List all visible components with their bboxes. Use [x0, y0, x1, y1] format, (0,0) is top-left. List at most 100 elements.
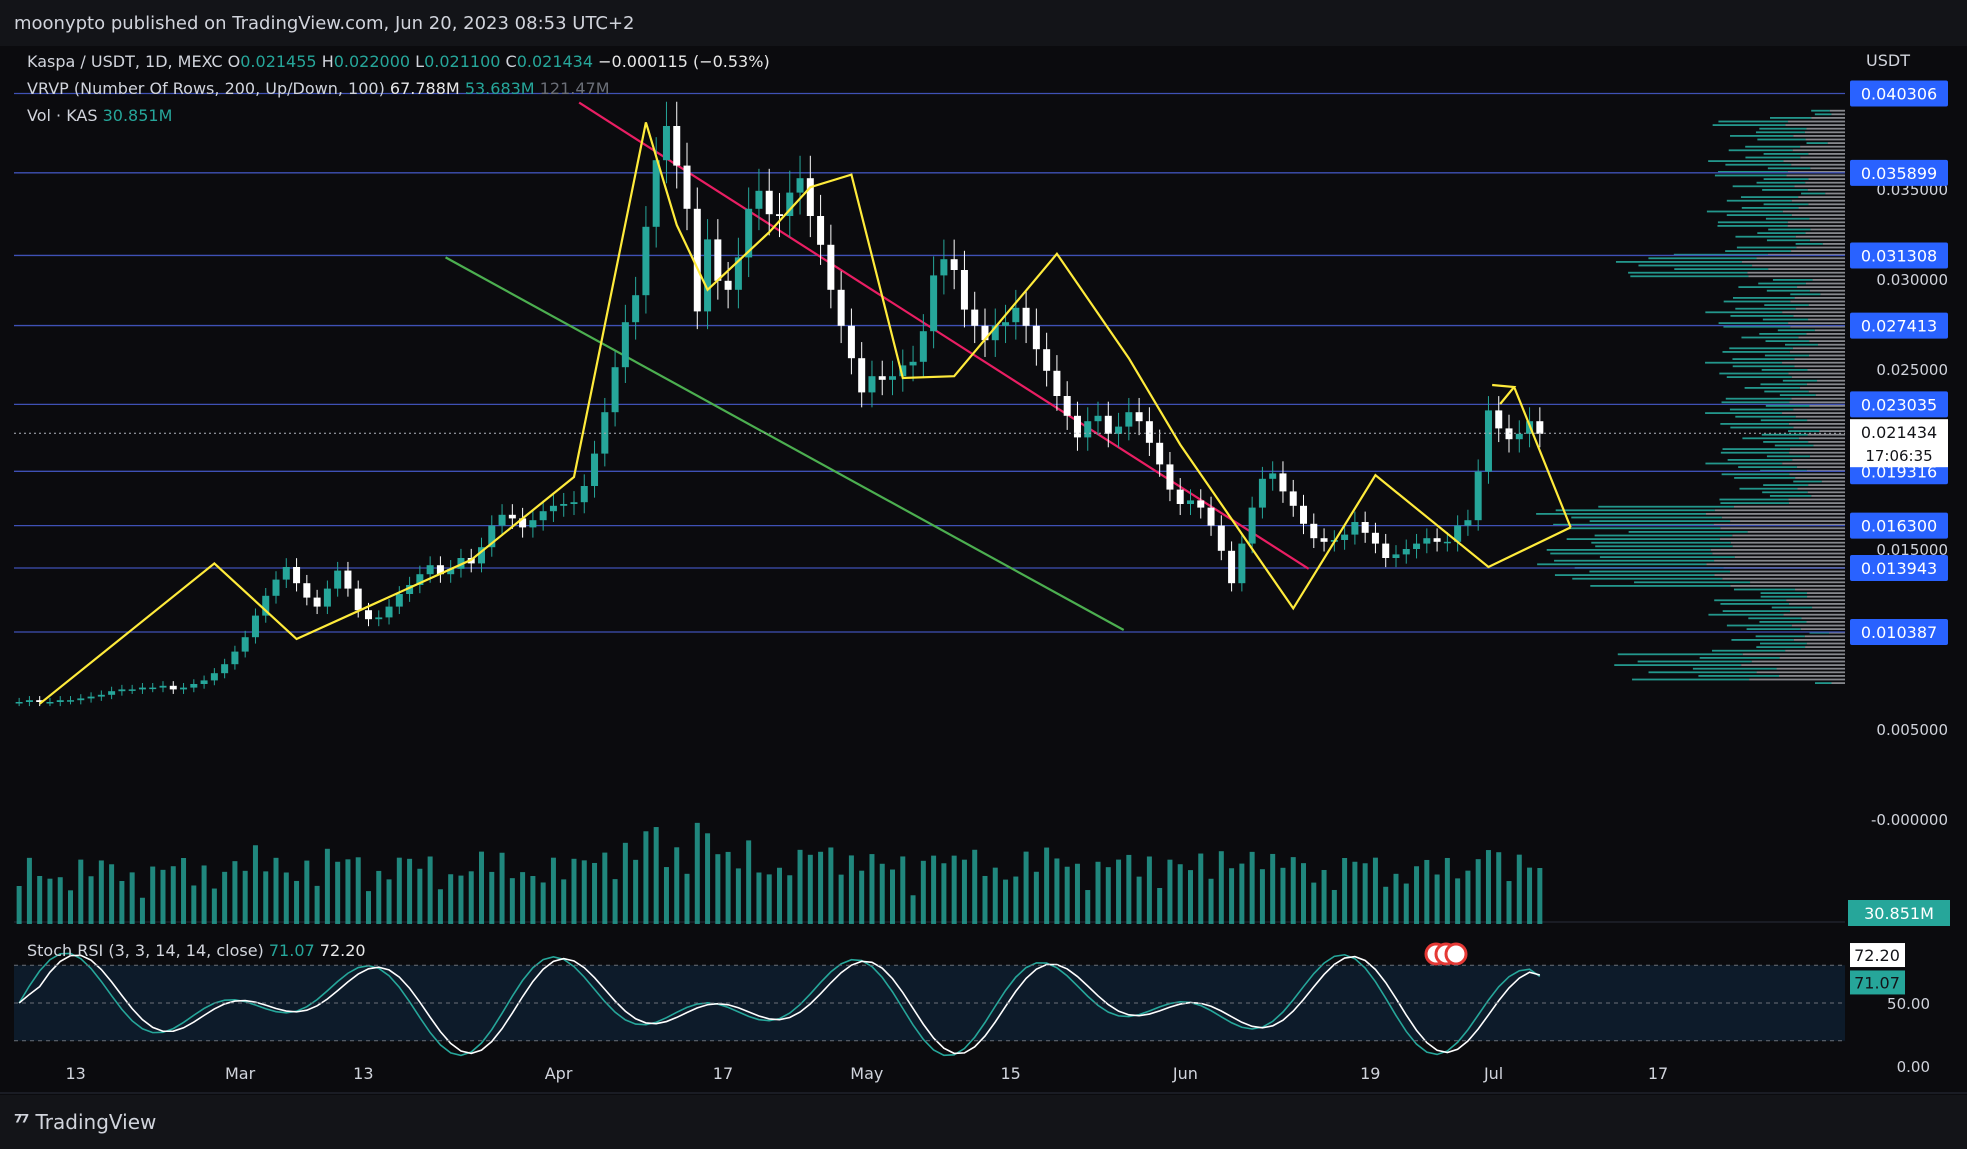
candle-body[interactable]	[878, 376, 886, 380]
candle-body[interactable]	[1053, 370, 1061, 396]
candle-body[interactable]	[971, 309, 979, 326]
candle-body[interactable]	[858, 358, 866, 393]
us-event-flag-icon[interactable]	[1444, 942, 1468, 966]
candle-body[interactable]	[1300, 505, 1308, 524]
candle-body[interactable]	[683, 165, 691, 209]
candle-body[interactable]	[108, 691, 116, 695]
candle-body[interactable]	[765, 190, 773, 215]
price-chart[interactable]: USDT-0.0000000.0050000.0150000.0250000.0…	[0, 46, 1967, 1095]
volume-label[interactable]: Vol · KAS	[27, 106, 98, 125]
candle-body[interactable]	[1320, 538, 1328, 542]
candle-body[interactable]	[364, 610, 372, 620]
candle-body[interactable]	[1217, 525, 1225, 551]
candle-body[interactable]	[334, 570, 342, 589]
candle-body[interactable]	[1166, 464, 1174, 490]
candle-body[interactable]	[1279, 473, 1287, 492]
candle-body[interactable]	[1145, 421, 1153, 443]
candle-body[interactable]	[210, 673, 218, 681]
candle-body[interactable]	[1382, 543, 1390, 558]
candle-body[interactable]	[1474, 471, 1482, 521]
candle-body[interactable]	[180, 687, 188, 690]
candle-body[interactable]	[1084, 421, 1092, 438]
candle-body[interactable]	[1248, 507, 1256, 544]
candle-body[interactable]	[724, 280, 732, 290]
candle-body[interactable]	[1351, 522, 1359, 535]
candle-body[interactable]	[231, 651, 239, 665]
candle-body[interactable]	[591, 453, 599, 486]
candle-body[interactable]	[560, 504, 568, 506]
candle-body[interactable]	[1258, 478, 1266, 508]
candle-body[interactable]	[1341, 534, 1349, 540]
candle-body[interactable]	[1043, 349, 1051, 371]
candle-body[interactable]	[138, 687, 146, 690]
candle-body[interactable]	[1135, 412, 1143, 422]
candle-body[interactable]	[1423, 538, 1431, 544]
candle-body[interactable]	[498, 514, 506, 526]
stoch-label[interactable]: Stoch RSI (3, 3, 14, 14, close)	[27, 941, 264, 960]
candle-body[interactable]	[303, 583, 311, 598]
candle-body[interactable]	[25, 700, 33, 702]
candle-body[interactable]	[796, 178, 804, 193]
candle-body[interactable]	[426, 565, 434, 575]
candle-body[interactable]	[1228, 550, 1236, 584]
candle-body[interactable]	[1125, 412, 1133, 427]
candle-body[interactable]	[169, 685, 177, 690]
candle-body[interactable]	[1433, 538, 1441, 542]
candle-body[interactable]	[714, 239, 722, 281]
candle-body[interactable]	[1002, 322, 1010, 326]
candle-body[interactable]	[775, 214, 783, 216]
candle-body[interactable]	[1392, 554, 1400, 558]
candle-body[interactable]	[313, 597, 321, 607]
candle-body[interactable]	[251, 615, 259, 638]
candle-body[interactable]	[1197, 500, 1205, 508]
candle-body[interactable]	[282, 567, 290, 580]
candle-body[interactable]	[570, 502, 578, 504]
candle-body[interactable]	[354, 588, 362, 611]
candle-body[interactable]	[673, 126, 681, 166]
candle-body[interactable]	[241, 637, 249, 652]
candle-body[interactable]	[1515, 433, 1523, 440]
candle-body[interactable]	[693, 208, 701, 312]
candle-body[interactable]	[1186, 500, 1194, 504]
candle-body[interactable]	[97, 694, 105, 697]
candle-body[interactable]	[46, 702, 54, 704]
candle-body[interactable]	[87, 696, 95, 699]
candle-body[interactable]	[642, 226, 650, 296]
candle-body[interactable]	[580, 486, 588, 503]
candle-body[interactable]	[1156, 442, 1164, 465]
candle-body[interactable]	[221, 664, 229, 674]
candle-body[interactable]	[395, 594, 403, 607]
candle-body[interactable]	[1361, 522, 1369, 533]
candle-body[interactable]	[919, 331, 927, 362]
candle-body[interactable]	[190, 684, 198, 688]
candle-body[interactable]	[1269, 473, 1277, 479]
candle-body[interactable]	[293, 567, 301, 584]
candle-body[interactable]	[1022, 307, 1030, 326]
candle-body[interactable]	[508, 514, 516, 519]
candle-body[interactable]	[1484, 410, 1492, 472]
candle-body[interactable]	[909, 361, 917, 366]
candle-body[interactable]	[1032, 325, 1040, 350]
candle-body[interactable]	[77, 698, 85, 701]
candle-body[interactable]	[15, 702, 23, 704]
candle-body[interactable]	[1094, 415, 1102, 422]
candle-body[interactable]	[930, 275, 938, 332]
candle-body[interactable]	[1310, 523, 1318, 539]
candle-body[interactable]	[837, 289, 845, 326]
candle-body[interactable]	[611, 367, 619, 413]
candle-body[interactable]	[806, 178, 814, 216]
candle-body[interactable]	[128, 689, 136, 691]
candle-body[interactable]	[1464, 520, 1472, 526]
candle-body[interactable]	[344, 570, 352, 589]
candle-body[interactable]	[272, 579, 280, 596]
candle-body[interactable]	[1536, 421, 1544, 434]
candle-body[interactable]	[323, 588, 331, 607]
candle-body[interactable]	[200, 680, 208, 684]
candle-body[interactable]	[889, 376, 897, 380]
vrvp-label[interactable]: VRVP (Number Of Rows, 200, Up/Down, 100)	[27, 79, 385, 98]
candle-body[interactable]	[755, 190, 763, 209]
candle-body[interactable]	[56, 700, 64, 702]
candle-body[interactable]	[1505, 428, 1513, 440]
candle-body[interactable]	[621, 322, 629, 368]
candle-body[interactable]	[652, 160, 660, 227]
